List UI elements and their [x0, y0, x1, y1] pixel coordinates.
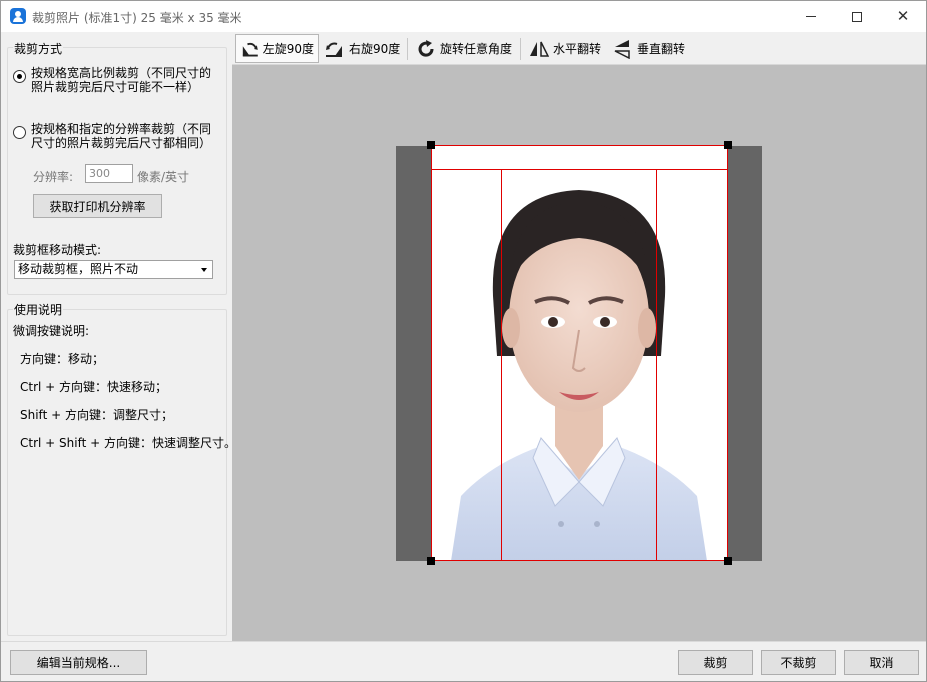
crop-guide-line	[501, 169, 502, 561]
flip-horizontal-icon	[530, 41, 549, 57]
photo-canvas[interactable]	[232, 65, 926, 641]
maximize-button[interactable]	[834, 1, 880, 32]
crop-handle-bottom-left[interactable]	[427, 557, 435, 565]
toolbar-divider	[407, 38, 408, 60]
move-mode-select[interactable]: 移动裁剪框，照片不动	[14, 260, 213, 279]
window-title: 裁剪照片 (标准1寸) 25 毫米 x 35 毫米	[32, 11, 242, 25]
rotate-right-label: 右旋90度	[349, 42, 401, 56]
rotate-any-label: 旋转任意角度	[440, 42, 513, 56]
flip-vertical-button[interactable]: 垂直翻转	[609, 34, 689, 63]
rotate-right-icon	[326, 42, 342, 57]
crop-guide-line	[431, 169, 728, 170]
flip-horizontal-button[interactable]: 水平翻转	[525, 34, 605, 63]
resolution-input[interactable]: 300	[85, 164, 133, 183]
crop-guide-line	[656, 169, 657, 561]
chevron-down-icon	[201, 268, 207, 272]
instructions-heading: 微调按键说明:	[13, 324, 90, 338]
instruction-item: 方向键：移动；	[20, 352, 105, 366]
rotate-left-button[interactable]: 左旋90度	[235, 34, 319, 63]
crop-handle-top-right[interactable]	[724, 141, 732, 149]
cancel-button[interactable]: 取消	[844, 650, 919, 675]
close-icon: ✕	[896, 7, 910, 25]
crop-handle-top-left[interactable]	[427, 141, 435, 149]
bottom-bar: 编辑当前规格... 裁剪 不裁剪 取消	[1, 641, 926, 681]
radio-resolution-crop[interactable]: 按规格和指定的分辨率裁剪（不同尺寸的照片裁剪完后尺寸都相同）	[13, 122, 216, 150]
edit-spec-button[interactable]: 编辑当前规格...	[10, 650, 147, 675]
crop-photo-dialog: 裁剪照片 (标准1寸) 25 毫米 x 35 毫米 ✕ 裁剪方式 按规格宽高比例…	[0, 0, 927, 682]
instruction-item: Ctrl + Shift + 方向键：快速调整尺寸。	[20, 436, 236, 450]
rotate-any-icon	[418, 39, 434, 57]
radio-ratio-crop[interactable]: 按规格宽高比例裁剪（不同尺寸的照片裁剪完后尺寸可能不一样）	[13, 66, 216, 94]
radio-resolution-indicator[interactable]	[13, 126, 26, 139]
crop-mode-group-title: 裁剪方式	[13, 40, 64, 57]
move-mode-value: 移动裁剪框，照片不动	[18, 262, 139, 276]
rotate-left-label: 左旋90度	[262, 42, 314, 56]
rotate-any-angle-button[interactable]: 旋转任意角度	[412, 34, 516, 63]
get-printer-resolution-button[interactable]: 获取打印机分辨率	[33, 194, 162, 218]
radio-resolution-label[interactable]: 按规格和指定的分辨率裁剪（不同尺寸的照片裁剪完后尺寸都相同）	[31, 122, 216, 150]
toolbar: 左旋90度 右旋90度 旋转任意角度 水平翻转 垂直翻转	[232, 32, 926, 65]
flip-vertical-icon	[614, 39, 630, 59]
left-panel: 裁剪方式 按规格宽高比例裁剪（不同尺寸的照片裁剪完后尺寸可能不一样） 按规格和指…	[1, 32, 236, 641]
instruction-item: Shift + 方向键：调整尺寸；	[20, 408, 173, 422]
minimize-button[interactable]	[788, 1, 834, 32]
no-crop-button[interactable]: 不裁剪	[761, 650, 836, 675]
radio-ratio-label[interactable]: 按规格宽高比例裁剪（不同尺寸的照片裁剪完后尺寸可能不一样）	[31, 66, 216, 94]
instruction-item: Ctrl + 方向键：快速移动；	[20, 380, 168, 394]
instructions-group-title: 使用说明	[13, 301, 64, 318]
app-icon	[10, 8, 26, 24]
rotate-right-button[interactable]: 右旋90度	[321, 34, 404, 63]
flip-vertical-label: 垂直翻转	[637, 42, 686, 56]
flip-horizontal-label: 水平翻转	[553, 42, 602, 56]
radio-ratio-indicator[interactable]	[13, 70, 26, 83]
toolbar-divider	[520, 38, 521, 60]
move-mode-label: 裁剪框移动模式:	[13, 243, 102, 257]
title-bar: 裁剪照片 (标准1寸) 25 毫米 x 35 毫米 ✕	[1, 1, 926, 32]
crop-handle-bottom-right[interactable]	[724, 557, 732, 565]
maximize-icon	[852, 11, 862, 22]
resolution-unit: 像素/英寸	[137, 170, 190, 184]
close-button[interactable]: ✕	[880, 1, 926, 32]
resolution-label: 分辨率:	[33, 170, 74, 184]
rotate-left-icon	[242, 42, 258, 56]
crop-button[interactable]: 裁剪	[678, 650, 753, 675]
minimize-icon	[806, 16, 816, 17]
crop-frame[interactable]	[431, 145, 728, 561]
